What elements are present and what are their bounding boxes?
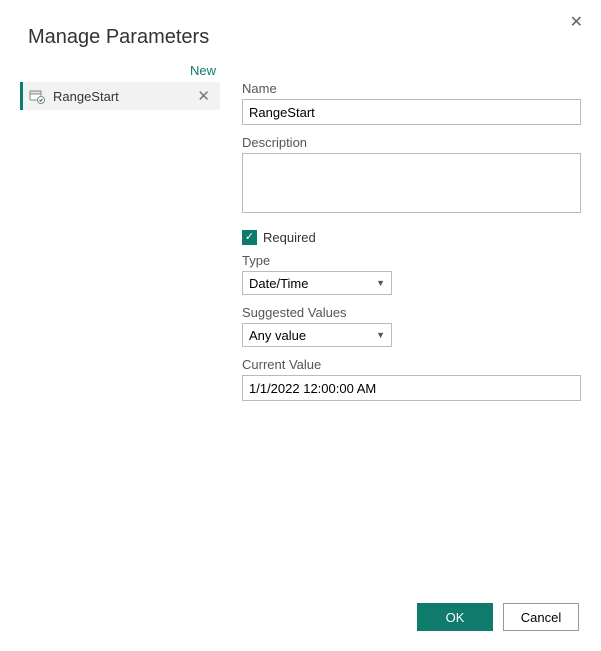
description-input[interactable] bbox=[242, 153, 581, 213]
name-label: Name bbox=[242, 81, 581, 96]
suggested-values-label: Suggested Values bbox=[242, 305, 581, 320]
parameter-item[interactable]: RangeStart ✕ bbox=[20, 82, 220, 110]
ok-button[interactable]: OK bbox=[417, 603, 493, 631]
dialog-body: New RangeStart ✕ Name Des bbox=[20, 63, 581, 582]
parameter-list: RangeStart ✕ bbox=[20, 82, 220, 582]
parameter-icon bbox=[29, 88, 45, 104]
suggested-values-value: Any value bbox=[249, 328, 306, 343]
name-input[interactable] bbox=[242, 99, 581, 125]
suggested-values-select[interactable]: Any value ▼ bbox=[242, 323, 392, 347]
required-checkbox-row[interactable]: ✓ Required bbox=[242, 230, 581, 245]
dialog-footer: OK Cancel bbox=[417, 603, 579, 631]
type-select[interactable]: Date/Time ▼ bbox=[242, 271, 392, 295]
current-value-label: Current Value bbox=[242, 357, 581, 372]
description-label: Description bbox=[242, 135, 581, 150]
parameter-item-label: RangeStart bbox=[53, 89, 185, 104]
cancel-button[interactable]: Cancel bbox=[503, 603, 579, 631]
new-parameter-link[interactable]: New bbox=[20, 63, 220, 82]
type-label: Type bbox=[242, 253, 581, 268]
current-value-input[interactable] bbox=[242, 375, 581, 401]
chevron-down-icon: ▼ bbox=[376, 278, 385, 288]
chevron-down-icon: ▼ bbox=[376, 330, 385, 340]
required-label: Required bbox=[263, 230, 316, 245]
type-select-value: Date/Time bbox=[249, 276, 308, 291]
remove-parameter-icon[interactable]: ✕ bbox=[193, 87, 214, 105]
required-checkbox[interactable]: ✓ bbox=[242, 230, 257, 245]
close-icon[interactable]: ✕ bbox=[570, 12, 583, 32]
dialog-title: Manage Parameters bbox=[28, 26, 581, 49]
sidebar: New RangeStart ✕ bbox=[20, 63, 220, 582]
form-panel: Name Description ✓ Required Type Date/Ti… bbox=[242, 63, 581, 411]
